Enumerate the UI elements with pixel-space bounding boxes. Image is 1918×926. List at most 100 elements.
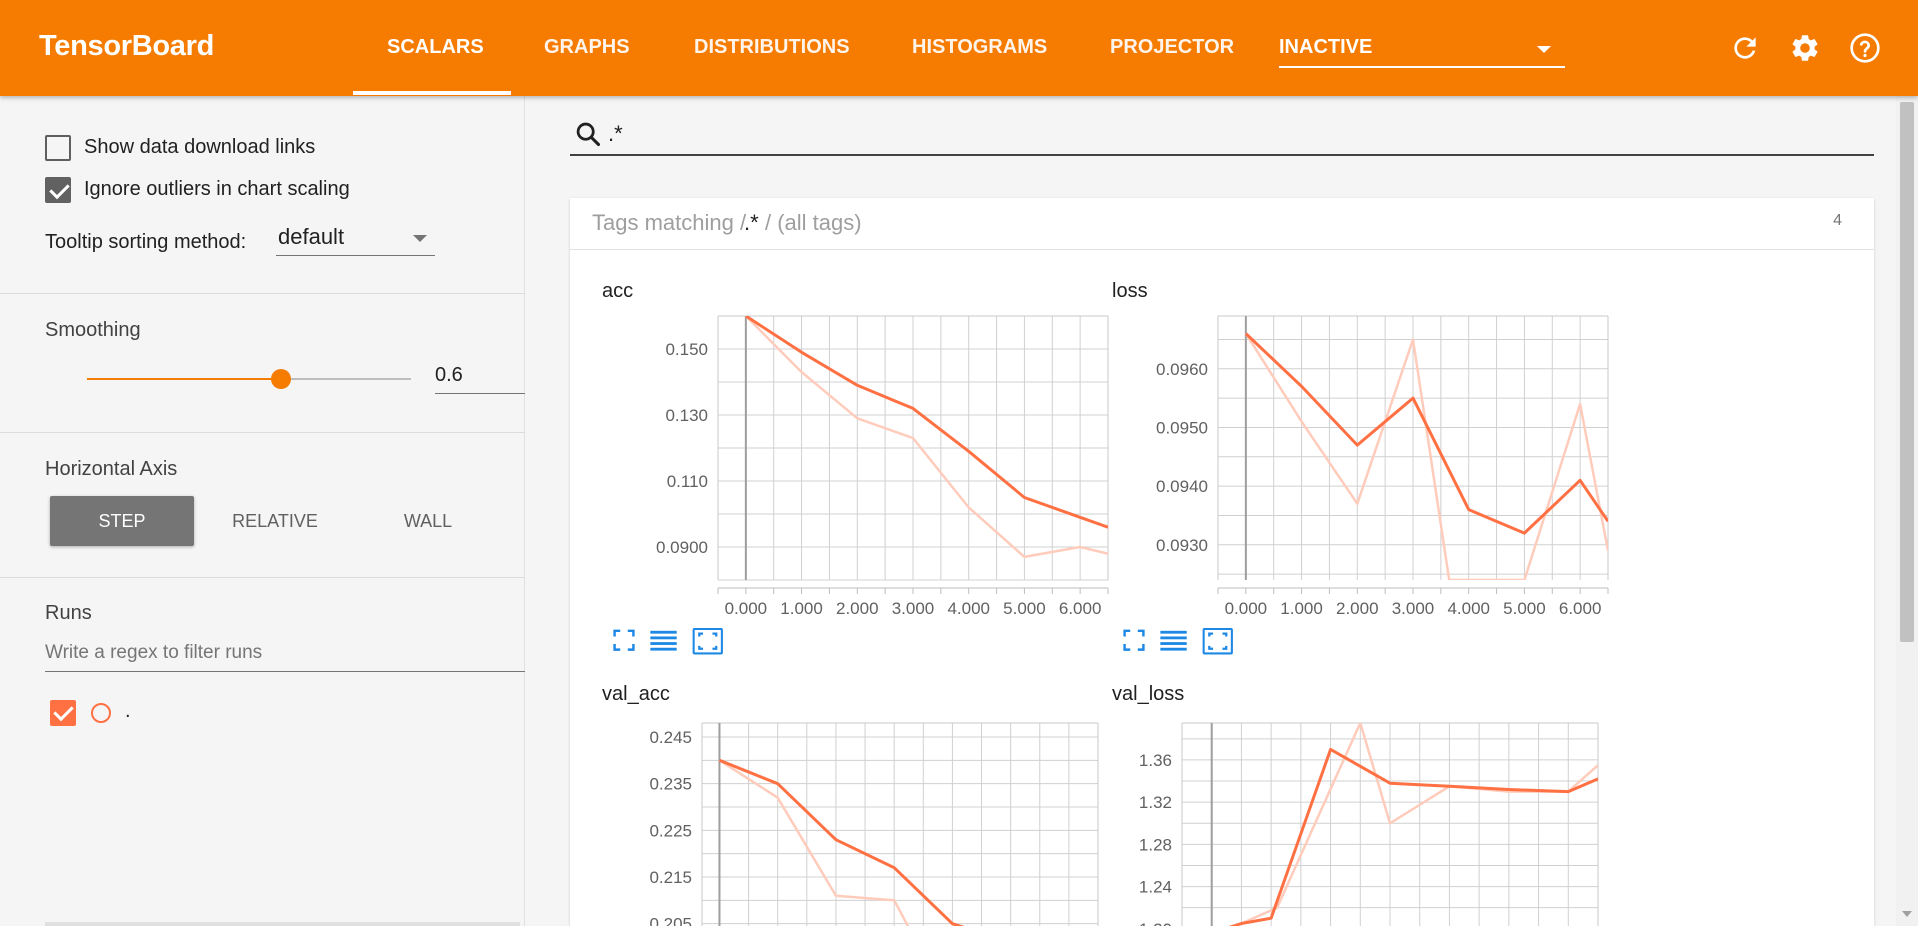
y-tick-label: 0.130 [665, 406, 708, 425]
x-tick-label: 2.000 [836, 599, 879, 618]
inactive-plugins-dropdown[interactable]: INACTIVE [1279, 34, 1565, 68]
smoothing-value-input[interactable]: 0.6 [435, 358, 525, 394]
sidebar-bottom-scrollbar[interactable] [45, 922, 520, 926]
y-tick-label: 0.0940 [1156, 477, 1208, 496]
x-tick-label: 0.000 [1225, 599, 1268, 618]
active-tab-indicator [353, 91, 511, 95]
settings-gear-icon[interactable] [1789, 32, 1821, 64]
tags-matching-prefix: Tags matching / [592, 210, 747, 235]
tags-matching-suffix: / (all tags) [765, 210, 862, 235]
y-tick-label: 0.205 [649, 915, 692, 926]
run-radio-button[interactable] [91, 703, 111, 723]
x-tick-label: 1.000 [1280, 599, 1323, 618]
chart-val-loss-plot[interactable]: 1.20 1.24 1.28 1.32 1.36 [1112, 683, 1612, 926]
scrollbar-thumb[interactable] [1900, 102, 1914, 642]
tab-graphs[interactable]: GRAPHS [544, 36, 630, 59]
scroll-down-arrow-icon[interactable] [1902, 911, 1912, 917]
tab-projector[interactable]: PROJECTOR [1110, 36, 1234, 59]
y-tick-label: 0.0950 [1156, 418, 1208, 437]
chart-val-loss: val_loss 1.201.241.281.321.36 [1112, 683, 1612, 926]
y-tick-label: 0.245 [649, 728, 692, 747]
axis-relative-button[interactable]: RELATIVE [210, 496, 340, 546]
tag-search-field[interactable]: .* [570, 112, 1874, 156]
chart-acc-plot[interactable]: 0.0900 0.110 0.130 0.150 0.000 1.000 2.000 3.00… [602, 280, 1109, 620]
sidebar-divider [0, 577, 525, 578]
sidebar-divider [0, 293, 525, 294]
series-line-smoothed [745, 316, 1108, 529]
horizontal-axis-heading: Horizontal Axis [45, 458, 178, 480]
y-tick-label: 0.0900 [656, 538, 708, 557]
chart-loss-plot[interactable]: 0.0930 0.0940 0.0950 0.0960 0.000 1.000 2.000 3… [1112, 280, 1612, 620]
y-tick-label: 1.28 [1139, 835, 1172, 854]
x-tick-label: 5.000 [1003, 599, 1046, 618]
fullscreen-icon[interactable] [613, 629, 635, 651]
chart-loss-actions [1123, 628, 1233, 655]
fit-domain-icon[interactable] [692, 628, 723, 655]
x-tick-label: 6.000 [1059, 599, 1102, 618]
y-tick-label: 0.110 [667, 472, 708, 491]
x-tick-label: 4.000 [1447, 599, 1490, 618]
axis-step-button[interactable]: STEP [50, 496, 194, 546]
brand-title: TensorBoard [39, 30, 215, 62]
tab-scalars[interactable]: SCALARS [387, 36, 484, 59]
y-tick-label: 0.150 [665, 340, 708, 359]
run-name: . [125, 700, 131, 722]
sidebar-divider [0, 432, 525, 433]
tags-header[interactable]: Tags matching / .* / (all tags) 4 [570, 198, 1874, 250]
data-table-icon[interactable] [1160, 630, 1187, 651]
axis-wall-button[interactable]: WALL [368, 496, 488, 546]
runs-heading: Runs [45, 602, 92, 624]
y-tick-label: 1.20 [1139, 920, 1172, 926]
chart-acc: acc 0.0900 0.110 0.130 0.150 0.000 1.000 2.000… [602, 280, 1109, 620]
fullscreen-icon[interactable] [1123, 629, 1145, 651]
x-tick-label: 3.000 [1392, 599, 1435, 618]
chevron-down-icon [413, 235, 427, 242]
tag-search-input[interactable]: .* [608, 121, 623, 147]
tags-matching-regex: .* [744, 210, 759, 235]
fit-domain-icon[interactable] [1202, 628, 1233, 655]
smoothing-slider[interactable] [87, 369, 411, 389]
smoothing-heading: Smoothing [45, 319, 141, 341]
search-icon [576, 122, 601, 147]
data-table-icon[interactable] [650, 630, 677, 651]
page-scrollbar[interactable] [1896, 96, 1918, 926]
tags-count: 4 [1833, 212, 1842, 229]
ignore-outliers-label[interactable]: Ignore outliers in chart scaling [84, 178, 350, 201]
x-tick-label: 4.000 [947, 599, 990, 618]
x-tick-label: 1.000 [780, 599, 823, 618]
help-icon[interactable] [1849, 32, 1881, 64]
chart-loss: loss 0.0930 0.0940 0.0950 0.0960 0.000 1.000 2… [1112, 280, 1612, 620]
y-tick-label: 1.24 [1139, 878, 1172, 897]
ignore-outliers-checkbox[interactable] [45, 177, 71, 203]
series-line-smoothed [1228, 747, 1598, 926]
tab-histograms[interactable]: HISTOGRAMS [912, 36, 1047, 59]
x-tick-label: 6.000 [1559, 599, 1602, 618]
y-tick-label: 1.32 [1139, 793, 1172, 812]
tab-distributions[interactable]: DISTRIBUTIONS [694, 36, 850, 59]
sidebar: Show data download links Ignore outliers… [0, 96, 525, 926]
tags-card: Tags matching / .* / (all tags) 4 acc 0.… [570, 198, 1874, 926]
tooltip-sorting-label: Tooltip sorting method: [45, 231, 247, 253]
run-checkbox[interactable] [50, 700, 76, 726]
chart-acc-actions [613, 628, 723, 655]
x-tick-label: 0.000 [725, 599, 768, 618]
x-tick-label: 3.000 [892, 599, 935, 618]
smoothing-slider-knob[interactable] [271, 369, 292, 389]
series-line-raw [1229, 723, 1598, 926]
y-tick-label: 0.225 [649, 821, 692, 840]
show-download-links-checkbox[interactable] [45, 135, 71, 161]
chart-val-acc: val_acc 0.205 0.215 0.225 0.235 0.245 [602, 683, 1102, 926]
y-tick-label: 0.215 [649, 868, 692, 887]
chart-val-acc-plot[interactable]: 0.205 0.215 0.225 0.235 0.245 [602, 683, 1102, 926]
y-tick-label: 0.0930 [1156, 536, 1208, 555]
tensorboard-app: TensorBoard SCALARS GRAPHS DISTRIBUTIONS… [0, 0, 1918, 926]
top-toolbar: TensorBoard SCALARS GRAPHS DISTRIBUTIONS… [0, 0, 1918, 96]
tooltip-sorting-dropdown[interactable]: default [276, 222, 435, 256]
runs-filter-input[interactable]: Write a regex to filter runs [45, 636, 525, 672]
refresh-icon[interactable] [1729, 32, 1761, 64]
y-tick-label: 0.235 [649, 775, 692, 794]
x-tick-label: 5.000 [1503, 599, 1546, 618]
tooltip-sorting-value: default [278, 224, 345, 249]
chevron-down-icon [1537, 46, 1551, 53]
show-download-links-label[interactable]: Show data download links [84, 136, 315, 159]
